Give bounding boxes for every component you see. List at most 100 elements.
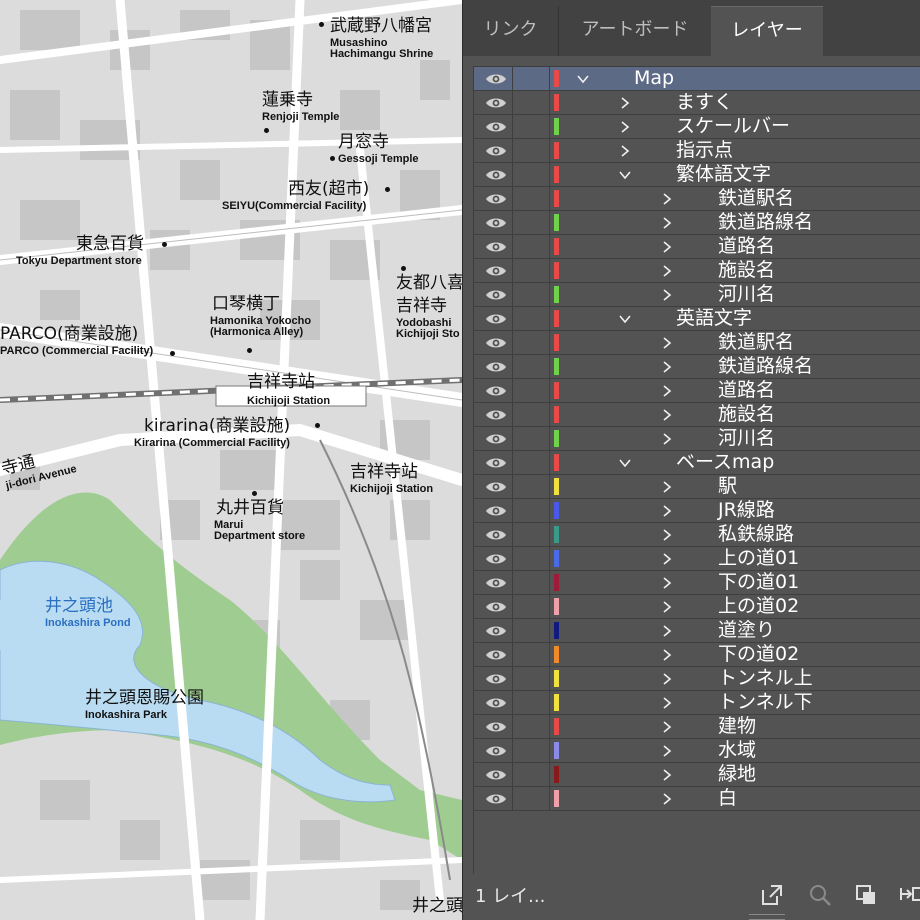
layer-name[interactable]: 私鉄線路	[718, 523, 794, 546]
layer-row[interactable]: ますく	[474, 91, 920, 115]
visibility-eye-icon[interactable]	[480, 211, 512, 234]
layer-name[interactable]: 河川名	[718, 427, 775, 450]
visibility-eye-icon[interactable]	[480, 451, 512, 474]
layer-row[interactable]: 下の道02	[474, 643, 920, 667]
layer-row[interactable]: Map	[474, 67, 920, 91]
visibility-eye-icon[interactable]	[480, 379, 512, 402]
layer-row[interactable]: 私鉄線路	[474, 523, 920, 547]
visibility-eye-icon[interactable]	[480, 163, 512, 186]
chevron-right-icon[interactable]	[660, 211, 674, 234]
chevron-right-icon[interactable]	[660, 667, 674, 690]
layer-name[interactable]: 水域	[718, 739, 756, 762]
layer-row[interactable]: 指示点	[474, 139, 920, 163]
chevron-right-icon[interactable]	[618, 115, 632, 138]
visibility-eye-icon[interactable]	[480, 715, 512, 738]
layer-row[interactable]: 英語文字	[474, 307, 920, 331]
visibility-eye-icon[interactable]	[480, 91, 512, 114]
layer-row[interactable]: 水域	[474, 739, 920, 763]
layer-row[interactable]: 鉄道駅名	[474, 331, 920, 355]
chevron-right-icon[interactable]	[660, 427, 674, 450]
layer-row[interactable]: 緑地	[474, 763, 920, 787]
layer-row[interactable]: 上の道02	[474, 595, 920, 619]
visibility-eye-icon[interactable]	[480, 355, 512, 378]
chevron-right-icon[interactable]	[660, 715, 674, 738]
chevron-down-icon[interactable]	[618, 451, 632, 474]
layer-name[interactable]: ベースmap	[676, 451, 774, 474]
visibility-eye-icon[interactable]	[480, 235, 512, 258]
layer-row[interactable]: 道塗り	[474, 619, 920, 643]
visibility-eye-icon[interactable]	[480, 187, 512, 210]
resize-grip[interactable]	[749, 914, 785, 920]
chevron-right-icon[interactable]	[660, 475, 674, 498]
layer-name[interactable]: Map	[634, 67, 674, 90]
chevron-right-icon[interactable]	[660, 499, 674, 522]
visibility-eye-icon[interactable]	[480, 523, 512, 546]
chevron-right-icon[interactable]	[660, 523, 674, 546]
search-icon[interactable]	[807, 882, 833, 908]
chevron-right-icon[interactable]	[660, 595, 674, 618]
visibility-eye-icon[interactable]	[480, 67, 512, 90]
chevron-right-icon[interactable]	[660, 763, 674, 786]
visibility-eye-icon[interactable]	[480, 619, 512, 642]
tab-links[interactable]: リンク	[463, 6, 559, 56]
chevron-right-icon[interactable]	[660, 283, 674, 306]
visibility-eye-icon[interactable]	[480, 499, 512, 522]
layer-name[interactable]: 鉄道路線名	[718, 355, 813, 378]
chevron-right-icon[interactable]	[660, 739, 674, 762]
visibility-eye-icon[interactable]	[480, 475, 512, 498]
layer-name[interactable]: 駅	[718, 475, 737, 498]
layer-name[interactable]: 道路名	[718, 235, 775, 258]
clip-icon[interactable]	[853, 882, 879, 908]
layer-name[interactable]: 白	[718, 787, 737, 810]
layer-name[interactable]: ますく	[676, 91, 733, 114]
layer-name[interactable]: 鉄道駅名	[718, 331, 794, 354]
visibility-eye-icon[interactable]	[480, 571, 512, 594]
chevron-right-icon[interactable]	[660, 259, 674, 282]
layer-name[interactable]: JR線路	[718, 499, 775, 522]
map-canvas[interactable]: 武蔵野八幡宮 Musashino Hachimangu Shrine 蓮乗寺 Ren…	[0, 0, 462, 920]
layer-row[interactable]: 上の道01	[474, 547, 920, 571]
layer-name[interactable]: 繁体語文字	[676, 163, 771, 186]
chevron-down-icon[interactable]	[618, 163, 632, 186]
chevron-right-icon[interactable]	[660, 331, 674, 354]
chevron-right-icon[interactable]	[618, 139, 632, 162]
layer-list[interactable]: Map ますく スケールバー 指示点 繁体語文字 鉄道駅名 鉄道路線名 道路名 施設名 河川名 英語…	[473, 66, 920, 876]
chevron-right-icon[interactable]	[660, 619, 674, 642]
visibility-eye-icon[interactable]	[480, 763, 512, 786]
layer-row[interactable]: 下の道01	[474, 571, 920, 595]
visibility-eye-icon[interactable]	[480, 427, 512, 450]
chevron-right-icon[interactable]	[660, 691, 674, 714]
chevron-right-icon[interactable]	[660, 355, 674, 378]
tab-layers[interactable]: レイヤー	[711, 6, 823, 56]
chevron-right-icon[interactable]	[660, 403, 674, 426]
layer-name[interactable]: トンネル下	[718, 691, 813, 714]
visibility-eye-icon[interactable]	[480, 307, 512, 330]
visibility-eye-icon[interactable]	[480, 283, 512, 306]
chevron-right-icon[interactable]	[618, 91, 632, 114]
visibility-eye-icon[interactable]	[480, 787, 512, 810]
chevron-down-icon[interactable]	[618, 307, 632, 330]
layer-row[interactable]: ベースmap	[474, 451, 920, 475]
chevron-right-icon[interactable]	[660, 571, 674, 594]
layer-name[interactable]: 上の道02	[718, 595, 799, 618]
layer-name[interactable]: 鉄道路線名	[718, 211, 813, 234]
layer-row[interactable]: トンネル下	[474, 691, 920, 715]
chevron-right-icon[interactable]	[660, 379, 674, 402]
visibility-eye-icon[interactable]	[480, 643, 512, 666]
layer-row[interactable]: トンネル上	[474, 667, 920, 691]
new-layer-icon[interactable]	[899, 882, 920, 908]
visibility-eye-icon[interactable]	[480, 739, 512, 762]
layer-name[interactable]: 緑地	[718, 763, 756, 786]
visibility-eye-icon[interactable]	[480, 595, 512, 618]
layer-row[interactable]: 道路名	[474, 379, 920, 403]
layer-row[interactable]: 白	[474, 787, 920, 811]
layer-name[interactable]: トンネル上	[718, 667, 813, 690]
layer-row[interactable]: 鉄道駅名	[474, 187, 920, 211]
layer-row[interactable]: 河川名	[474, 427, 920, 451]
visibility-eye-icon[interactable]	[480, 667, 512, 690]
visibility-eye-icon[interactable]	[480, 115, 512, 138]
export-icon[interactable]	[759, 882, 785, 908]
layer-row[interactable]: JR線路	[474, 499, 920, 523]
layer-row[interactable]: 河川名	[474, 283, 920, 307]
chevron-right-icon[interactable]	[660, 187, 674, 210]
